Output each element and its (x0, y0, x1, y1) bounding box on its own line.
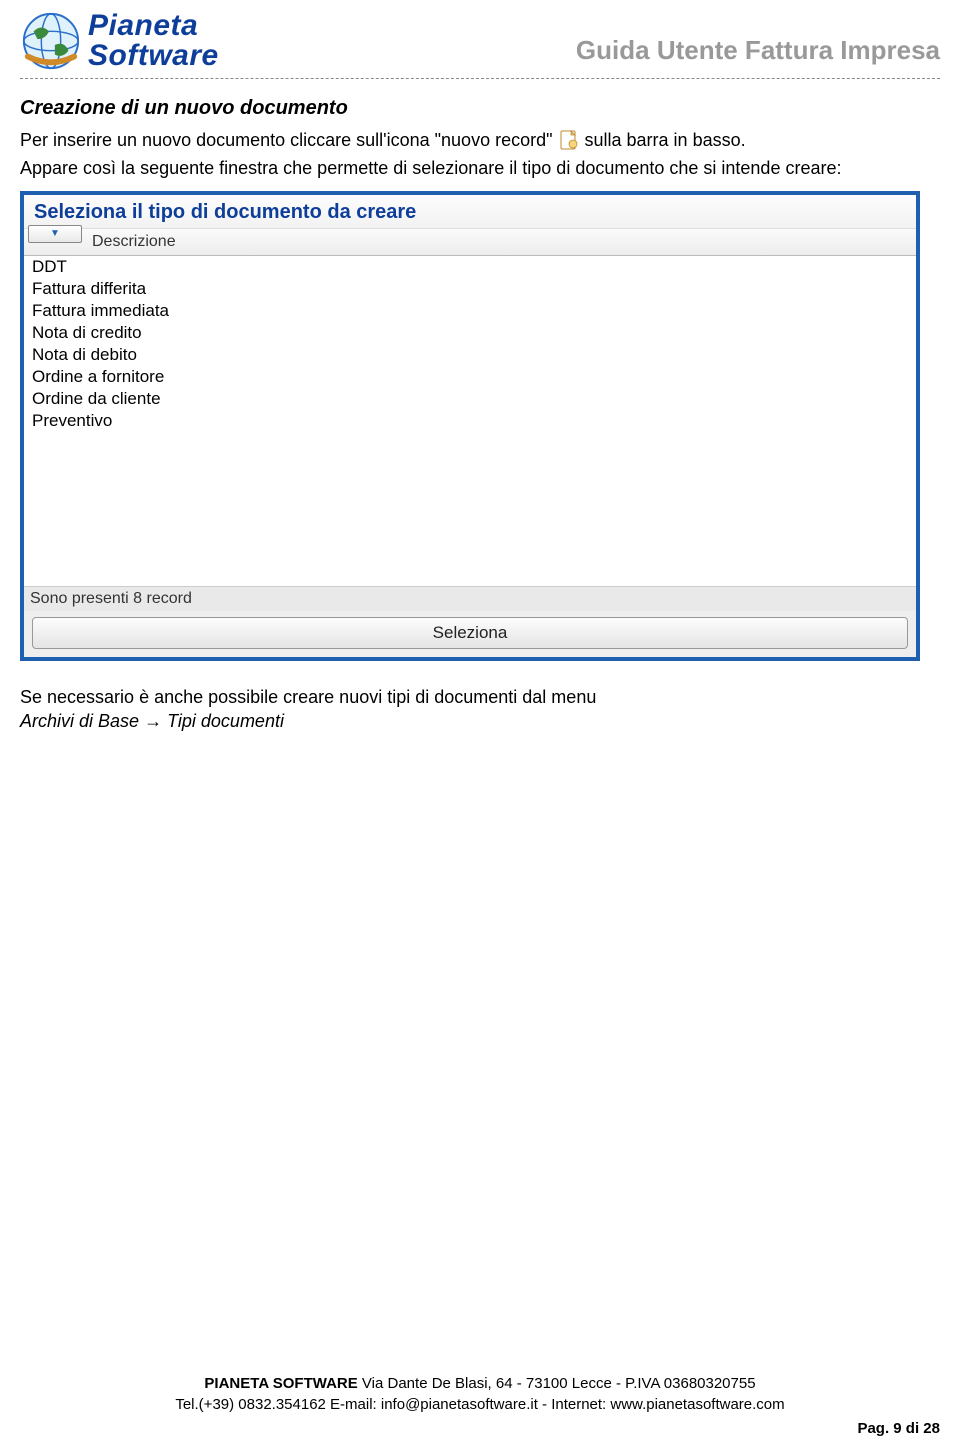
paragraph-1-text-b: sulla barra in basso. (585, 130, 746, 150)
column-header-row: ▼ Descrizione (24, 228, 916, 256)
dialog-title: Seleziona il tipo di documento da creare (24, 195, 916, 228)
footer-company: PIANETA SOFTWARE (204, 1375, 357, 1392)
document-title: Guida Utente Fattura Impresa (576, 35, 940, 72)
column-header-descrizione[interactable]: Descrizione (86, 229, 916, 255)
page-footer: PIANETA SOFTWARE Via Dante De Blasi, 64 … (20, 1374, 940, 1439)
dialog-select-document-type: Seleziona il tipo di documento da creare… (20, 191, 920, 661)
list-item[interactable]: Ordine da cliente (24, 388, 916, 410)
list-item[interactable]: Fattura immediata (24, 300, 916, 322)
note-menu-path-a: Archivi di Base (20, 711, 144, 731)
column-sort-dropdown[interactable]: ▼ (28, 225, 82, 243)
logo: Pianeta Software (20, 10, 219, 72)
section-heading: Creazione di un nuovo documento (20, 97, 940, 120)
note-paragraph: Se necessario è anche possibile creare n… (20, 685, 940, 734)
globe-icon (20, 10, 82, 72)
paragraph-1-text-a: Per inserire un nuovo documento cliccare… (20, 130, 558, 150)
status-bar: Sono presenti 8 record (24, 586, 916, 611)
paragraph-2: Appare così la seguente finestra che per… (20, 156, 940, 180)
select-button[interactable]: Seleziona (32, 617, 908, 649)
list-item[interactable]: Preventivo (24, 410, 916, 432)
list-item[interactable]: Fattura differita (24, 278, 916, 300)
logo-text-1: Pianeta (88, 11, 219, 41)
new-record-icon (560, 130, 578, 150)
note-line-1: Se necessario è anche possibile creare n… (20, 685, 940, 709)
footer-contact: Tel.(+39) 0832.354162 E-mail: info@piane… (20, 1395, 940, 1415)
list-item[interactable]: Nota di debito (24, 344, 916, 366)
list-item[interactable]: Nota di credito (24, 322, 916, 344)
footer-address: Via Dante De Blasi, 64 - 73100 Lecce - P… (358, 1375, 756, 1392)
page-header: Pianeta Software Guida Utente Fattura Im… (20, 10, 940, 78)
logo-text-2: Software (88, 41, 219, 71)
list-item[interactable]: Ordine a fornitore (24, 366, 916, 388)
page-number: Pag. 9 di 28 (20, 1419, 940, 1439)
header-divider (20, 78, 940, 79)
document-type-list: DDT Fattura differita Fattura immediata … (24, 256, 916, 586)
list-item[interactable]: DDT (24, 256, 916, 278)
paragraph-1: Per inserire un nuovo documento cliccare… (20, 128, 940, 152)
arrow-icon: → (144, 711, 162, 731)
note-menu-path-b: Tipi documenti (162, 711, 284, 731)
dialog-button-row: Seleziona (24, 611, 916, 657)
